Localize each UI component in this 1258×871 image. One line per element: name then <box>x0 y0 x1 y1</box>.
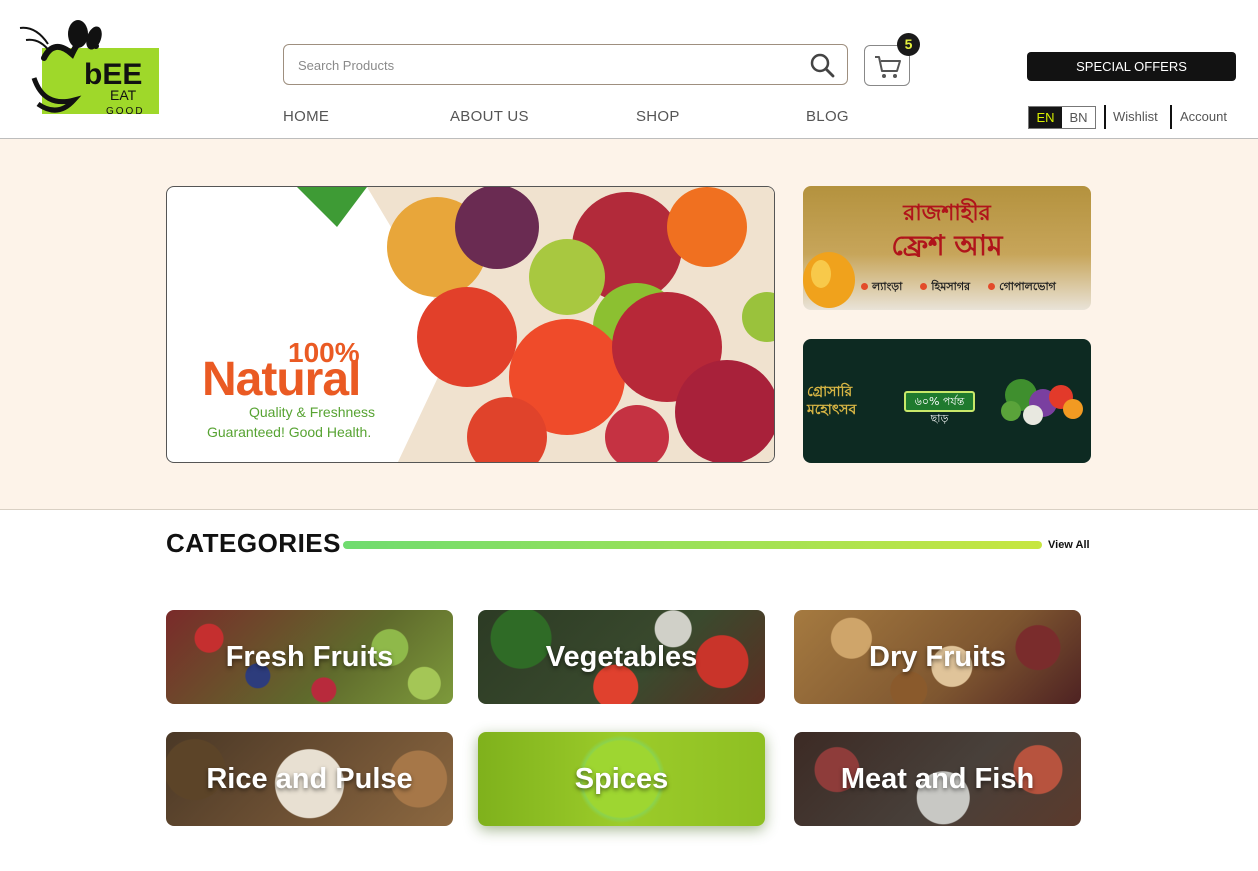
nav-blog[interactable]: BLOG <box>806 108 849 125</box>
bee-eat-good-logo[interactable]: bEE EAT GOOD <box>14 18 164 126</box>
nav-about-us[interactable]: ABOUT US <box>450 108 529 125</box>
search-bar <box>283 44 848 85</box>
divider <box>1170 105 1172 129</box>
mango-variety-item: হিমসাগর <box>920 278 970 297</box>
fresh-produce-image <box>297 187 774 462</box>
category-label: Fresh Fruits <box>225 640 394 673</box>
category-card-fresh-fruits[interactable]: Fresh Fruits <box>166 610 453 704</box>
view-all-link[interactable]: View All <box>1048 539 1090 551</box>
category-label: Spices <box>574 762 669 795</box>
search-input[interactable] <box>298 55 778 75</box>
wishlist-link[interactable]: Wishlist <box>1113 109 1158 124</box>
logo-eat: EAT <box>110 87 137 103</box>
hero-tagline-2: Guaranteed! Good Health. <box>207 424 372 440</box>
vegetable-basket-image <box>1001 379 1083 425</box>
mango-title-line2: ফ্রেশ আম <box>891 229 1003 262</box>
grocery-festival-banner[interactable]: গ্রোসারি মহোৎসব ৬০% পর্যন্ত ছাড় <box>803 339 1091 463</box>
mango-promo-banner[interactable]: রাজশাহীর ফ্রেশ আম ল্যাংড়া হিমসাগর গোপাল… <box>803 186 1091 310</box>
site-header: bEE EAT GOOD 5 SPECIAL OFFERS HOME ABOUT… <box>0 0 1258 139</box>
grocery-festival-title: গ্রোসারি মহোৎসব <box>807 384 857 418</box>
categories-title: CATEGORIES <box>166 528 341 558</box>
category-card-meat-and-fish[interactable]: Meat and Fish <box>794 732 1081 826</box>
nav-home[interactable]: HOME <box>283 108 329 125</box>
category-card-spices[interactable]: Spices <box>478 732 765 826</box>
logo-good: GOOD <box>106 106 145 117</box>
account-link[interactable]: Account <box>1180 109 1227 124</box>
special-offers-button[interactable]: SPECIAL OFFERS <box>1027 52 1236 81</box>
mango-variety-item: ল্যাংড়া <box>861 278 902 297</box>
category-card-dry-fruits[interactable]: Dry Fruits <box>794 610 1081 704</box>
language-en[interactable]: EN <box>1029 107 1062 128</box>
language-toggle: EN BN <box>1028 106 1096 129</box>
mango-variety-item: গোপালভোগ <box>988 278 1056 297</box>
category-label: Vegetables <box>545 640 698 673</box>
category-label: Rice and Pulse <box>206 762 413 795</box>
hero-section: 100% Natural Quality & Freshness Guarant… <box>0 139 1258 510</box>
mango-varieties: ল্যাংড়া হিমসাগর গোপালভোগ <box>861 278 1056 297</box>
nav-shop[interactable]: SHOP <box>636 108 680 125</box>
hero-tagline-1: Quality & Freshness <box>249 404 376 420</box>
cart-count-badge: 5 <box>897 33 920 56</box>
grocery-discount-badge: ৬০% পর্যন্ত ছাড় <box>904 391 975 425</box>
cart-icon <box>875 56 901 78</box>
language-bn[interactable]: BN <box>1062 107 1095 128</box>
hero-headline: Natural <box>202 353 361 406</box>
category-card-vegetables[interactable]: Vegetables <box>478 610 765 704</box>
category-label: Dry Fruits <box>869 640 1006 673</box>
categories-accent-bar <box>343 541 1042 549</box>
divider <box>1104 105 1106 129</box>
category-card-rice-and-pulse[interactable]: Rice and Pulse <box>166 732 453 826</box>
search-icon[interactable] <box>809 52 835 78</box>
main-promo-banner[interactable]: 100% Natural Quality & Freshness Guarant… <box>166 186 775 463</box>
category-label: Meat and Fish <box>840 762 1035 795</box>
